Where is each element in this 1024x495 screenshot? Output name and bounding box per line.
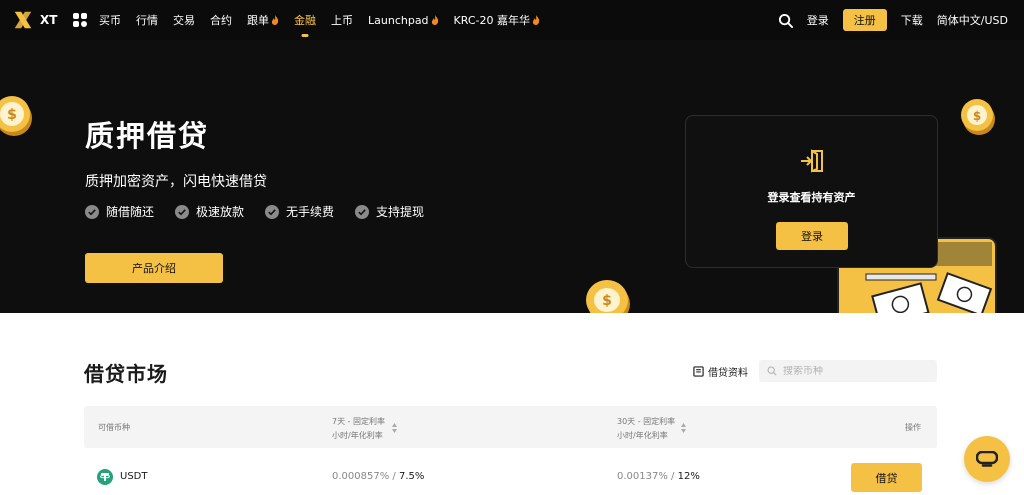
nav-item-label: 交易 bbox=[173, 14, 195, 27]
sort-icon[interactable] bbox=[392, 423, 397, 433]
nav-item-0[interactable]: 买币 bbox=[99, 12, 121, 28]
col-action: 操作 bbox=[905, 423, 921, 432]
hero-subtitle: 质押加密资产，闪电快速借贷 bbox=[85, 174, 267, 190]
nav-item-label: 买币 bbox=[99, 14, 121, 27]
logo-x-icon bbox=[14, 11, 32, 29]
login-link[interactable]: 登录 bbox=[807, 12, 829, 28]
top-nav: XT 买币 行情 交易 合约 跟单 金融 上币 Launchpad KRC-20 嘉年华 登录 … bbox=[0, 0, 1024, 40]
svg-text:$: $ bbox=[973, 109, 981, 123]
col-rate30-sub: 小时/年化利率 bbox=[617, 431, 668, 440]
nav-item-label: 行情 bbox=[136, 14, 158, 27]
flame-icon bbox=[532, 15, 540, 25]
borrow-button[interactable]: 借贷 bbox=[851, 463, 922, 492]
brand-name: XT bbox=[40, 13, 58, 27]
nav-item-label: 上币 bbox=[331, 14, 353, 27]
register-button[interactable]: 注册 bbox=[842, 9, 887, 31]
market-title: 借贷市场 bbox=[84, 362, 168, 386]
sort-icon[interactable] bbox=[681, 423, 686, 433]
svg-text:$: $ bbox=[7, 107, 17, 123]
feature-label: 随借随还 bbox=[106, 205, 155, 219]
nav-item-7[interactable]: Launchpad bbox=[368, 14, 439, 27]
feature-label: 极速放款 bbox=[196, 205, 245, 219]
coin-decoration-right: $ bbox=[961, 99, 995, 135]
col-rate7[interactable]: 7天 - 固定利率 小时/年化利率 bbox=[332, 416, 385, 441]
nav-item-4[interactable]: 跟单 bbox=[247, 12, 279, 28]
nav-item-label: 跟单 bbox=[247, 14, 269, 27]
lending-docs-link[interactable]: 借贷资料 bbox=[693, 364, 748, 379]
flame-icon bbox=[431, 15, 438, 25]
brand-logo[interactable]: XT bbox=[12, 9, 57, 31]
coin-search-box bbox=[759, 360, 937, 382]
search-icon bbox=[767, 366, 777, 376]
rate30-hour: 0.00137% bbox=[617, 471, 668, 482]
market-table-header: 可借币种 7天 - 固定利率 小时/年化利率 30天 - 固定利率 小时/年化利… bbox=[84, 406, 937, 448]
document-icon bbox=[693, 366, 704, 377]
nav-item-label: Launchpad bbox=[368, 13, 429, 27]
check-circle-icon bbox=[355, 204, 370, 219]
login-card-title: 登录查看持有资产 bbox=[767, 191, 856, 204]
col-rate7-sub: 小时/年化利率 bbox=[332, 431, 383, 440]
nav-item-5[interactable]: 金融 bbox=[294, 12, 316, 28]
lending-docs-label: 借贷资料 bbox=[708, 368, 748, 379]
coin-decoration-left: $ bbox=[0, 96, 32, 136]
hero-banner: 质押借贷 质押加密资产，闪电快速借贷 随借随还 极速放款 无手续费 支持提现 产品介绍… bbox=[0, 40, 1024, 313]
nav-item-2[interactable]: 交易 bbox=[173, 12, 195, 28]
apps-grid-icon[interactable] bbox=[73, 13, 87, 27]
col-rate30[interactable]: 30天 - 固定利率 小时/年化利率 bbox=[617, 416, 675, 441]
coin-search-input[interactable] bbox=[783, 365, 923, 377]
check-circle-icon bbox=[265, 204, 280, 219]
main-menu: 买币 行情 交易 合约 跟单 金融 上币 Launchpad KRC-20 嘉年华 bbox=[99, 0, 555, 40]
rate7-hour: 0.000857% bbox=[332, 471, 390, 482]
download-link[interactable]: 下载 bbox=[901, 12, 923, 28]
flame-icon bbox=[271, 15, 279, 25]
table-row: USDT 0.000857% / 7.5% 0.00137% / 12% 借贷 bbox=[84, 458, 937, 495]
nav-item-1[interactable]: 行情 bbox=[136, 12, 158, 28]
col-rate7-label: 7天 - 固定利率 bbox=[332, 417, 386, 426]
chat-icon bbox=[976, 451, 998, 467]
support-chat-button[interactable] bbox=[964, 436, 1010, 482]
tether-icon bbox=[97, 469, 113, 485]
nav-item-label: 合约 bbox=[210, 14, 232, 27]
rate30-value: 0.00137% / 12% bbox=[617, 471, 700, 482]
login-asset-card: 登录查看持有资产 登录 bbox=[685, 115, 938, 268]
search-icon[interactable] bbox=[778, 13, 793, 28]
nav-item-8[interactable]: KRC-20 嘉年华 bbox=[454, 12, 540, 28]
rate7-year: 7.5% bbox=[398, 471, 425, 482]
nav-item-label: 金融 bbox=[294, 14, 316, 27]
feature-label: 支持提现 bbox=[376, 205, 425, 219]
language-currency-selector[interactable]: 简体中文/USD bbox=[937, 12, 1008, 28]
nav-item-label: KRC-20 嘉年华 bbox=[453, 14, 530, 27]
login-door-icon bbox=[801, 149, 823, 173]
feature-label: 无手续费 bbox=[286, 205, 335, 219]
coin-decoration-bottom: $ bbox=[586, 280, 630, 313]
check-circle-icon bbox=[175, 204, 190, 219]
check-circle-icon bbox=[85, 204, 99, 219]
col-asset: 可借币种 bbox=[98, 423, 130, 432]
nav-item-6[interactable]: 上币 bbox=[331, 12, 353, 28]
product-intro-button[interactable]: 产品介绍 bbox=[85, 253, 223, 283]
rate30-year: 12% bbox=[677, 471, 700, 482]
feature-item: 无手续费 bbox=[265, 203, 334, 220]
feature-list: 随借随还 极速放款 无手续费 支持提现 bbox=[85, 203, 445, 220]
col-rate30-label: 30天 - 固定利率 bbox=[617, 417, 676, 426]
nav-item-3[interactable]: 合约 bbox=[210, 12, 232, 28]
login-card-button[interactable]: 登录 bbox=[776, 222, 848, 250]
feature-item: 支持提现 bbox=[355, 203, 424, 220]
feature-item: 极速放款 bbox=[175, 203, 244, 220]
page-title: 质押借贷 bbox=[85, 119, 210, 153]
rate7-value: 0.000857% / 7.5% bbox=[332, 471, 425, 482]
svg-text:$: $ bbox=[602, 293, 612, 309]
feature-item: 随借随还 bbox=[85, 203, 154, 220]
nav-right: 登录 注册 下载 简体中文/USD bbox=[778, 0, 1008, 40]
coin-symbol: USDT bbox=[120, 471, 148, 482]
